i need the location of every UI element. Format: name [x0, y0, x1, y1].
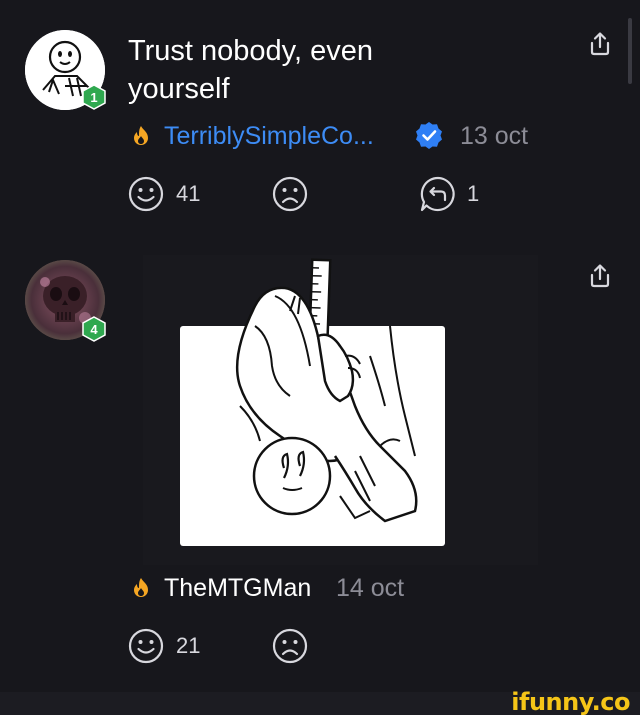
reply-count: 1	[467, 181, 480, 206]
smile-icon[interactable]	[128, 176, 164, 212]
level-number: 4	[90, 321, 98, 337]
smile-icon[interactable]	[128, 628, 164, 664]
smile-count: 21	[176, 633, 201, 658]
meme-drawing-image[interactable]	[180, 256, 445, 546]
flame-icon	[134, 126, 148, 145]
level-number: 1	[90, 89, 98, 105]
author-name-link[interactable]: TheMTGMan	[164, 572, 311, 604]
frown-icon[interactable]	[272, 176, 308, 212]
post-date: 14 oct	[336, 574, 405, 602]
smile-count: 41	[176, 181, 201, 206]
reply-icon[interactable]	[420, 176, 456, 212]
post-date: 13 oct	[460, 122, 529, 150]
level-badge: 4	[81, 316, 107, 342]
flame-icon	[134, 578, 148, 597]
verified-badge-icon	[416, 122, 442, 149]
post-title: Trust nobody, even yourself	[128, 35, 374, 105]
author-name-link[interactable]: TerriblySimpleCo...	[164, 120, 374, 152]
share-icon[interactable]	[586, 262, 614, 290]
frown-icon[interactable]	[272, 628, 308, 664]
scrollbar[interactable]	[628, 18, 632, 84]
share-icon[interactable]	[586, 30, 614, 58]
level-badge: 1	[81, 84, 107, 110]
ifunny-watermark: ifunny.co	[511, 688, 630, 715]
